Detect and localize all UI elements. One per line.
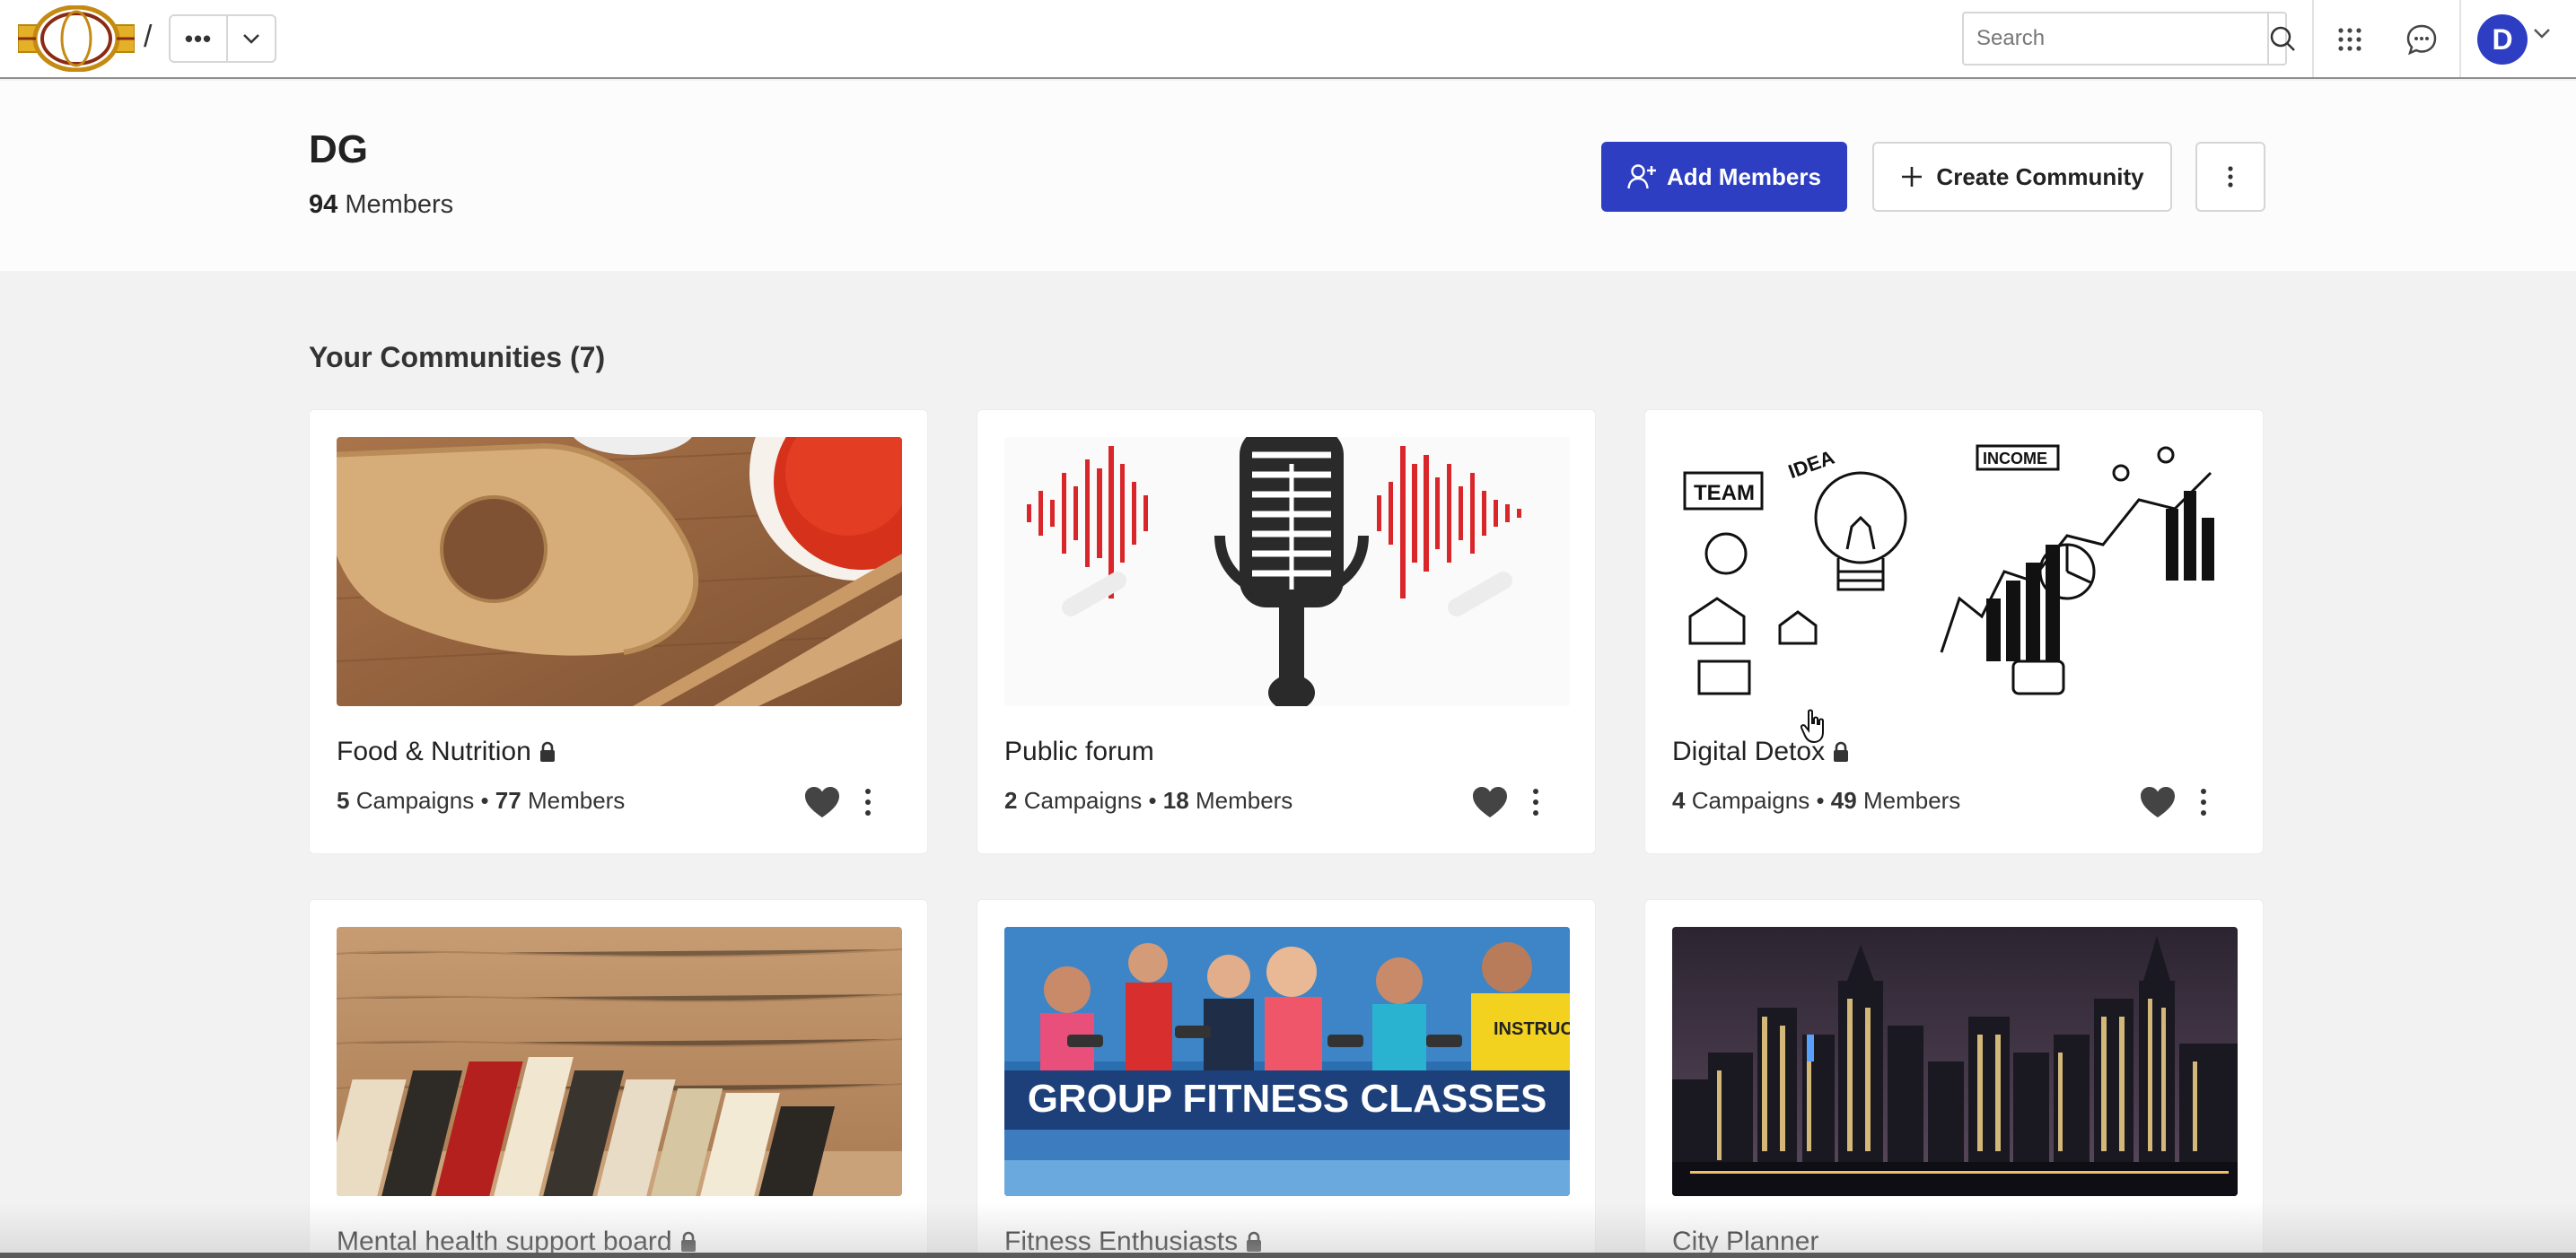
hand-cursor-icon [1800,709,1827,745]
breadcrumb-menu[interactable]: ••• [169,14,276,63]
community-card[interactable]: Public forum 2 Campaigns • 18 Members [977,409,1596,854]
community-image-digital-detox[interactable]: TEAM IDEA INCOME [1672,437,2238,706]
divider [2312,0,2314,77]
heart-icon[interactable] [803,785,841,819]
community-stats: 2 Campaigns • 18 Members [1004,787,1292,815]
create-community-label: Create Community [1936,162,2144,190]
members-label: Members [527,787,626,814]
lock-icon [680,1231,696,1252]
search-box [1962,12,2295,66]
sketch-income-text: INCOME [1983,450,2047,467]
community-stats: 5 Campaigns • 77 Members [337,787,625,815]
member-count: 94 Members [309,190,453,220]
community-name-label: Food & Nutrition [337,737,531,766]
search-input[interactable] [1964,13,2267,64]
heart-icon[interactable] [1471,785,1509,819]
chevron-down-icon[interactable] [2533,27,2551,43]
community-image-city-planner[interactable] [1672,927,2238,1196]
heart-icon[interactable] [2139,785,2177,819]
search-icon [2270,26,2295,51]
community-image-fitness[interactable]: INSTRUCT GROUP FITNESS CLASSES [1004,927,1570,1196]
community-name[interactable]: Food & Nutrition [337,737,556,767]
stats-separator: • [1816,787,1825,814]
card-options-icon[interactable] [1525,783,1546,821]
community-name-label: Public forum [1004,737,1154,766]
community-stats: 4 Campaigns • 49 Members [1672,787,1960,815]
member-count: 77 [495,787,521,814]
campaigns-label: Campaigns [1691,787,1810,814]
member-count-label: Members [345,190,454,219]
breadcrumb-separator: / [144,20,153,54]
logo-icon[interactable] [17,4,136,73]
stats-separator: • [480,787,489,814]
avatar[interactable]: D [2477,14,2528,65]
community-image-public-forum[interactable] [1004,437,1570,706]
plus-icon [1902,167,1923,187]
apps-grid-icon[interactable] [2330,20,2370,59]
add-members-label: Add Members [1667,162,1821,190]
more-options-button[interactable] [2195,142,2265,212]
members-label: Members [1195,787,1293,814]
lock-icon [1247,1231,1262,1252]
vertical-dots-icon [2228,166,2233,188]
sketch-team-text: TEAM [1694,481,1755,505]
campaigns-label: Campaigns [355,787,475,814]
add-user-icon [1627,164,1657,189]
community-group-header: DG 94 Members Add Members Create Communi… [0,81,2576,271]
lock-icon [539,741,555,762]
search-button[interactable] [2267,13,2296,64]
create-community-button[interactable]: Create Community [1872,142,2172,212]
member-count: 49 [1830,787,1857,814]
shirt-text: INSTRUCT [1494,1019,1570,1039]
breadcrumb-more-button[interactable]: ••• [171,16,228,61]
community-card[interactable]: City Planner [1644,899,2264,1258]
community-image-food[interactable] [337,437,902,706]
campaigns-label: Campaigns [1023,787,1143,814]
member-count: 18 [1162,787,1189,814]
community-card[interactable]: TEAM IDEA INCOME Digital Detox 4 Campaig… [1644,409,2264,854]
campaign-count: 5 [337,787,350,814]
community-card[interactable]: Mental health support board [309,899,928,1258]
community-name[interactable]: Public forum [1004,737,1154,767]
lock-icon [1834,741,1849,762]
stats-separator: • [1148,787,1157,814]
member-count-value: 94 [309,190,338,219]
add-members-button[interactable]: Add Members [1601,142,1847,212]
campaign-count: 4 [1672,787,1686,814]
campaign-count: 2 [1004,787,1018,814]
community-image-mental-health[interactable] [337,927,902,1196]
card-options-icon[interactable] [857,783,879,821]
chevron-down-icon[interactable] [228,16,275,61]
community-card[interactable]: Food & Nutrition 5 Campaigns • 77 Member… [309,409,928,854]
community-card[interactable]: INSTRUCT GROUP FITNESS CLASSES Fitness E… [977,899,1596,1258]
divider [2459,0,2461,77]
card-options-icon[interactable] [2193,783,2214,821]
members-label: Members [1862,787,1961,814]
fitness-banner-text: GROUP FITNESS CLASSES [1028,1077,1547,1121]
page-title: DG [309,127,368,171]
chat-icon[interactable] [2402,20,2441,59]
section-title: Your Communities (7) [309,341,606,373]
window-bottom-edge [0,1253,2576,1258]
top-navigation-bar: / ••• D [0,0,2576,79]
